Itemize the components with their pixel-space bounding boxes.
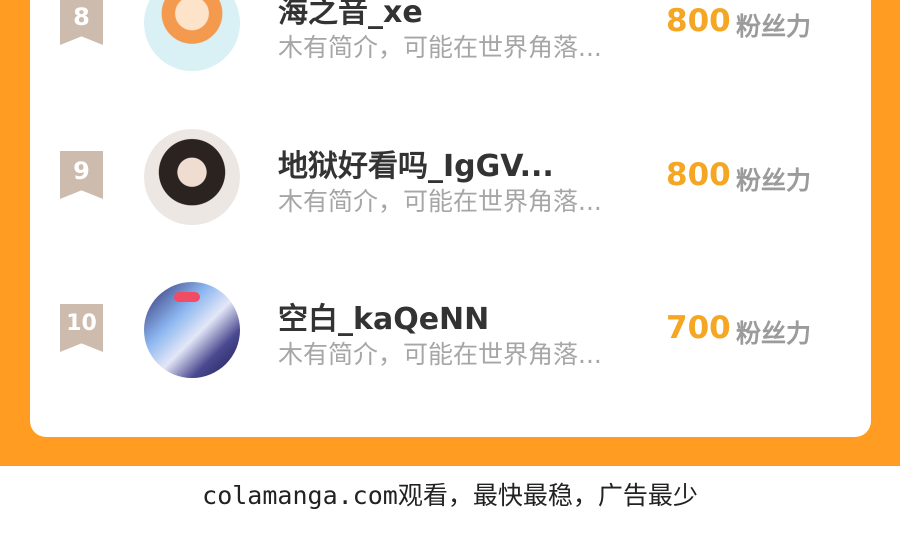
fans-label: 粉丝力 — [736, 166, 812, 195]
username[interactable]: 空白_kaQeNN — [278, 294, 489, 338]
username[interactable]: 海之音_xe — [278, 0, 423, 31]
user-bio: 木有简介，可能在世界角落... — [278, 340, 602, 369]
fans-count: 700 — [666, 310, 731, 346]
rank-badge: 9 — [60, 151, 103, 199]
fans-label: 粉丝力 — [736, 12, 812, 41]
user-avatar[interactable] — [144, 0, 240, 71]
fans-count: 800 — [666, 3, 731, 39]
user-bio: 木有简介，可能在世界角落... — [278, 33, 602, 62]
user-avatar[interactable] — [144, 129, 240, 225]
fans-label: 粉丝力 — [736, 319, 812, 348]
leaderboard-row[interactable]: 8 海之音_xe 木有简介，可能在世界角落... 800 粉丝力 — [30, 0, 871, 75]
leaderboard-card: 8 海之音_xe 木有简介，可能在世界角落... 800 粉丝力 9 地狱好看吗… — [30, 0, 871, 437]
user-avatar[interactable] — [144, 282, 240, 378]
user-bio: 木有简介，可能在世界角落... — [278, 187, 602, 216]
site-watermark: colamanga.com观看，最快最稳，广告最少 — [202, 481, 698, 510]
rank-badge: 10 — [60, 304, 103, 352]
rank-badge: 8 — [60, 0, 103, 45]
username[interactable]: 地狱好看吗_IgGV... — [278, 141, 554, 185]
leaderboard-row[interactable]: 10 空白_kaQeNN 木有简介，可能在世界角落... 700 粉丝力 — [30, 282, 871, 382]
fans-count: 800 — [666, 157, 731, 193]
leaderboard-row[interactable]: 9 地狱好看吗_IgGV... 木有简介，可能在世界角落... 800 粉丝力 — [30, 129, 871, 229]
